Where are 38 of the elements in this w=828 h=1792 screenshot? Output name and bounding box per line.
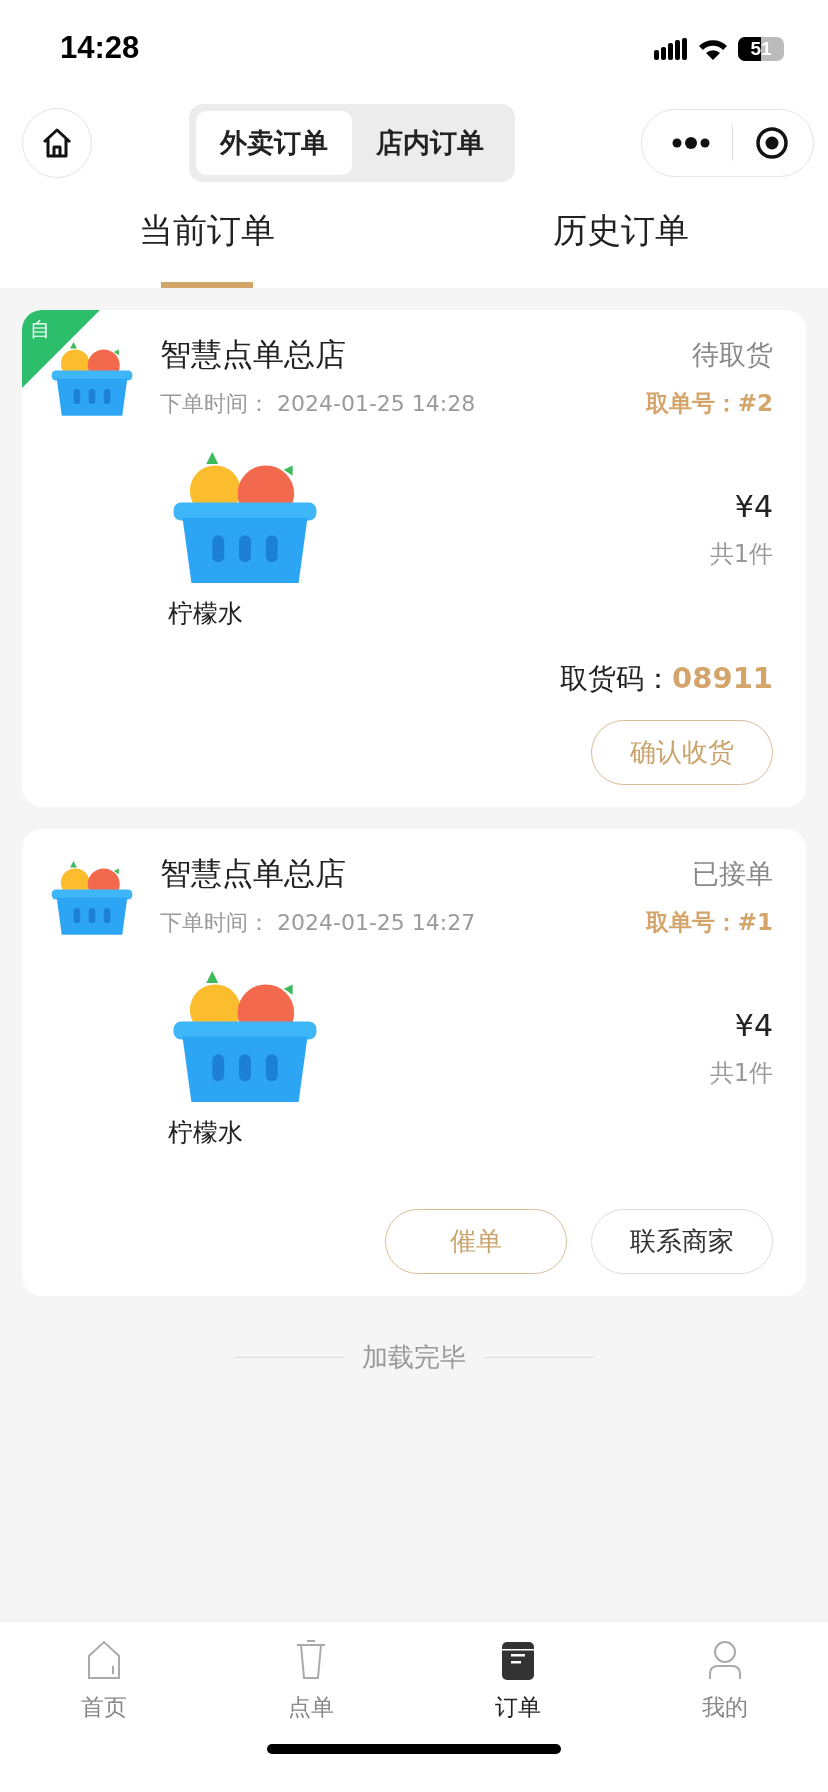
store-name: 智慧点单总店 <box>160 335 346 374</box>
order-box-icon <box>499 1640 536 1680</box>
ticket-number: 取单号：#2 <box>645 389 773 418</box>
nav-tab[interactable]: 首页 <box>0 1622 207 1723</box>
target-icon[interactable] <box>755 126 789 160</box>
pickup-code-label: 取货码： <box>560 661 673 697</box>
pickup-code: 08911 <box>672 661 773 695</box>
order-tab[interactable]: 当前订单 <box>0 188 414 288</box>
order-time: 下单时间： 2024-01-25 14:27 <box>160 908 476 937</box>
product-name: 柠檬水 <box>168 1117 244 1149</box>
home-icon <box>40 126 74 160</box>
wifi-icon <box>698 38 728 60</box>
action-button[interactable]: 联系商家 <box>591 1209 773 1274</box>
more-icon[interactable] <box>672 137 710 149</box>
item-count: 共1件 <box>709 1058 773 1089</box>
user-icon <box>706 1640 743 1680</box>
store-name: 智慧点单总店 <box>160 854 346 893</box>
segment-tab[interactable]: 店内订单 <box>351 111 508 175</box>
basket-icon <box>50 340 134 416</box>
nav-tab[interactable]: 点单 <box>207 1622 414 1723</box>
home-icon <box>85 1640 122 1680</box>
order-status: 已接单 <box>692 857 773 891</box>
order-tab[interactable]: 历史订单 <box>414 188 828 288</box>
signal-icon <box>654 38 688 60</box>
product-name: 柠檬水 <box>168 598 244 630</box>
nav-tab[interactable]: 订单 <box>414 1622 621 1723</box>
status-time: 14:28 <box>60 30 140 66</box>
battery-icon: 51 <box>738 37 784 61</box>
basket-icon <box>50 859 134 935</box>
price: ¥4 <box>734 489 773 524</box>
item-count: 共1件 <box>709 539 773 570</box>
order-status: 待取货 <box>692 338 773 372</box>
order-time: 下单时间： 2024-01-25 14:28 <box>160 389 476 418</box>
end-of-list-text: 加载完毕 <box>362 1341 466 1374</box>
ticket-number: 取单号：#1 <box>645 908 773 937</box>
nav-tab[interactable]: 我的 <box>621 1622 828 1723</box>
segment-tab[interactable]: 外卖订单 <box>195 111 352 175</box>
price: ¥4 <box>734 1008 773 1043</box>
